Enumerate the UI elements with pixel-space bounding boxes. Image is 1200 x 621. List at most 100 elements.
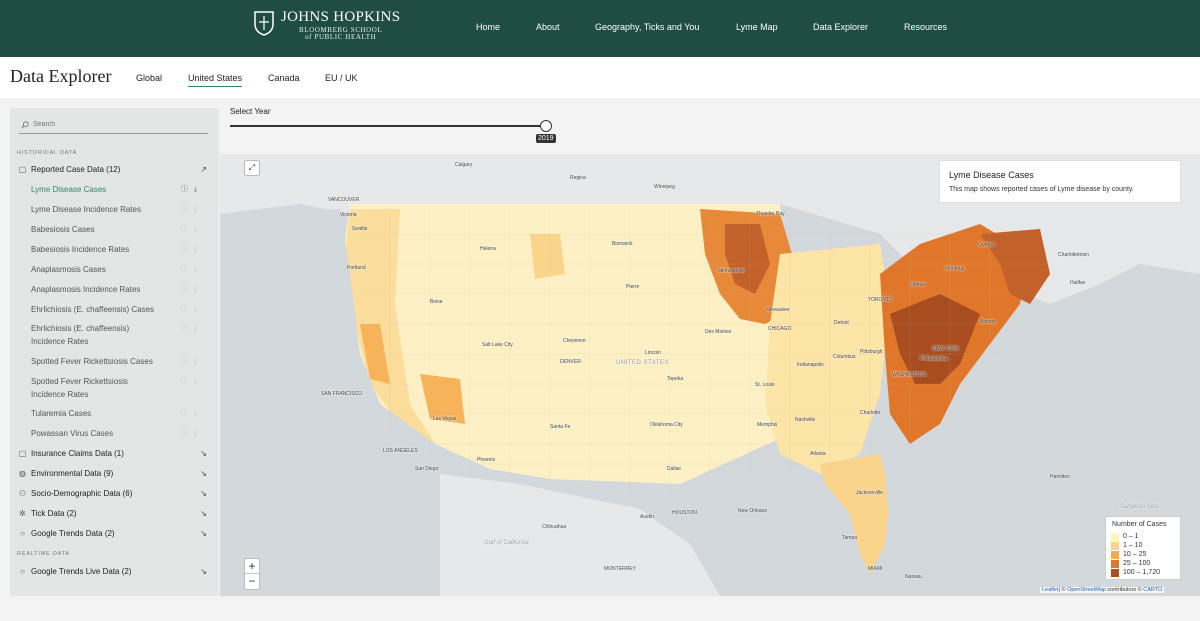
group-label: Environmental Data (9) <box>31 469 114 478</box>
nav-lyme-map[interactable]: Lyme Map <box>736 22 778 32</box>
group-label: Insurance Claims Data (1) <box>31 449 124 458</box>
legend-item: 100 – 1,720 <box>1111 568 1160 577</box>
label-santa-fe: Santa Fe <box>550 424 571 430</box>
group-tick-data[interactable]: ✲ Tick Data (2) ↘ <box>17 509 213 518</box>
tab-eu-uk[interactable]: EU / UK <box>325 73 358 83</box>
label-denver: DENVER <box>560 359 581 365</box>
search-input[interactable] <box>33 121 193 128</box>
group-reported-case-data[interactable]: ▢ Reported Case Data (12) ↗ <box>17 165 213 174</box>
group-environmental[interactable]: ◍ Environmental Data (9) ↘ <box>17 469 213 478</box>
dataset-tularemia-cases[interactable]: Tularemia Cases ⓘ ⤓ <box>31 408 211 420</box>
label-nashville: Nashville <box>795 417 816 423</box>
tab-global[interactable]: Global <box>136 73 162 83</box>
nav-home[interactable]: Home <box>476 22 500 32</box>
map-basemap <box>220 154 1200 596</box>
dataset-label: Powassan Virus Cases <box>31 429 114 438</box>
group-label: Socio-Demographic Data (6) <box>31 489 133 498</box>
dataset-ehrlichiosis-cases[interactable]: Ehrlichiosis (E. chaffeensis) Cases ⓘ ⤓ <box>31 304 211 316</box>
dataset-anaplasmosis-incidence[interactable]: Anaplasmosis Incidence Rates ⓘ ⤓ <box>31 284 211 296</box>
label-memphis: Memphis <box>757 422 778 428</box>
osm-link[interactable]: OpenStreetMap <box>1067 587 1106 593</box>
expand-icon[interactable]: ↘ <box>200 567 207 576</box>
group-insurance-claims[interactable]: ▢ Insurance Claims Data (1) ↘ <box>17 449 213 458</box>
globe-icon: ◍ <box>19 469 26 478</box>
year-slider-track[interactable] <box>230 125 546 127</box>
dataset-actions: ⓘ ⤓ <box>181 410 197 417</box>
dataset-powassan-cases[interactable]: Powassan Virus Cases ⓘ ⤓ <box>31 428 211 440</box>
label-new-orleans: New Orleans <box>738 508 767 514</box>
expand-icon[interactable]: ↘ <box>200 469 207 478</box>
tab-united-states[interactable]: United States <box>188 73 243 87</box>
dataset-sfr-incidence[interactable]: Spotted Fever Rickettsiosis ⓘ ⤓ <box>31 376 211 388</box>
dataset-lyme-incidence[interactable]: Lyme Disease Incidence Rates ⓘ ⤓ <box>31 204 211 216</box>
dataset-sfr-cases[interactable]: Spotted Fever Rickettsiosis Cases ⓘ ⤓ <box>31 356 211 368</box>
legend-label: 100 – 1,720 <box>1123 569 1160 576</box>
legend-item: 10 – 25 <box>1111 550 1146 559</box>
search-icon: ○ <box>20 567 25 576</box>
legend-swatch <box>1111 550 1119 559</box>
leaflet-link[interactable]: Leaflet <box>1042 587 1059 593</box>
label-ottawa: Ottawa <box>910 282 926 288</box>
zoom-in-button[interactable]: + <box>245 559 259 574</box>
label-jacksonville: Jacksonville <box>856 490 883 496</box>
dataset-label: Anaplasmosis Cases <box>31 265 106 274</box>
tab-canada[interactable]: Canada <box>268 73 300 83</box>
collapse-icon[interactable]: ↗ <box>200 165 207 174</box>
label-hamilton: Hamilton <box>1050 474 1070 480</box>
nav-data-explorer[interactable]: Data Explorer <box>813 22 868 32</box>
dataset-babesiosis-incidence[interactable]: Babesiosis Incidence Rates ⓘ ⤓ <box>31 244 211 256</box>
jhu-logo[interactable]: JOHNS HOPKINS BLOOMBERG SCHOOL of PUBLIC… <box>253 10 400 41</box>
label-toronto: TORONTO <box>868 297 893 303</box>
dataset-actions: ⓘ ⤓ <box>181 430 197 437</box>
dataset-label: Spotted Fever Rickettsiosis Cases <box>31 357 153 366</box>
label-phoenix: Phoenix <box>477 457 496 463</box>
expand-icon[interactable]: ↘ <box>200 529 207 538</box>
label-st-louis: St. Louis <box>755 382 775 388</box>
group-socio-demographic[interactable]: ⚇ Socio-Demographic Data (6) ↘ <box>17 489 213 498</box>
zoom-out-button[interactable]: − <box>245 574 259 589</box>
label-halifax: Halifax <box>1070 280 1086 286</box>
nav-about[interactable]: About <box>536 22 560 32</box>
legend-swatch <box>1111 532 1119 541</box>
label-new-york: NEW YORK <box>932 346 960 352</box>
dataset-label: Ehrlichiosis (E. chaffeensis) Cases <box>31 305 155 314</box>
dataset-label-continued: Incidence Rates <box>31 390 89 399</box>
label-pierre: Pierre <box>626 284 640 290</box>
group-google-trends[interactable]: ○ Google Trends Data (2) ↘ <box>17 529 213 538</box>
label-boston: Boston <box>980 319 996 325</box>
label-portland: Portland <box>347 265 366 271</box>
label-atlanta: Atlanta <box>810 451 826 457</box>
expand-icon[interactable]: ↘ <box>200 449 207 458</box>
nav-geography[interactable]: Geography, Ticks and You <box>595 22 699 32</box>
label-charlotte: Charlotte <box>860 410 881 416</box>
label-las-vegas: Las Vegas <box>433 416 457 422</box>
group-label: Google Trends Live Data (2) <box>31 567 132 576</box>
dataset-ehrlichiosis-incidence[interactable]: Ehrlichiosis (E. chaffeensis) ⓘ ⤓ <box>31 323 211 335</box>
nav-resources[interactable]: Resources <box>904 22 947 32</box>
dataset-actions: ⓘ ⤓ <box>181 286 197 293</box>
year-slider-handle[interactable] <box>540 120 552 132</box>
legend-item: 0 – 1 <box>1111 532 1139 541</box>
search-box[interactable] <box>19 116 208 134</box>
group-label: Tick Data (2) <box>31 509 77 518</box>
expand-icon[interactable]: ↘ <box>200 489 207 498</box>
search-icon: ○ <box>20 529 25 538</box>
dataset-lyme-disease-cases[interactable]: Lyme Disease Cases ⓘ ⤓ <box>31 184 211 196</box>
dataset-label: Lyme Disease Cases <box>31 185 107 194</box>
label-sargasso-sea: Sargasso Sea <box>1120 504 1158 510</box>
dataset-label: Spotted Fever Rickettsiosis <box>31 377 128 386</box>
fullscreen-button[interactable]: ⤢ <box>244 160 260 176</box>
label-boise: Boise <box>430 299 443 305</box>
dataset-actions: ⓘ ⤓ <box>181 378 197 385</box>
label-cheyenne: Cheyenne <box>563 338 586 344</box>
historical-data-heading: HISTORICAL DATA <box>17 150 78 156</box>
expand-icon[interactable]: ↘ <box>200 509 207 518</box>
group-google-trends-live[interactable]: ○ Google Trends Live Data (2) ↘ <box>17 567 213 576</box>
label-pittsburgh: Pittsburgh <box>860 349 883 355</box>
dataset-anaplasmosis-cases[interactable]: Anaplasmosis Cases ⓘ ⤓ <box>31 264 211 276</box>
label-lincoln: Lincoln <box>645 350 661 356</box>
dataset-babesiosis-cases[interactable]: Babesiosis Cases ⓘ ⤓ <box>31 224 211 236</box>
dataset-actions: ⓘ ⤓ <box>181 358 197 365</box>
carto-link[interactable]: CARTO <box>1143 587 1162 593</box>
lyme-map[interactable]: Calgary Regina Winnipeg VANCOUVER Victor… <box>220 154 1200 596</box>
